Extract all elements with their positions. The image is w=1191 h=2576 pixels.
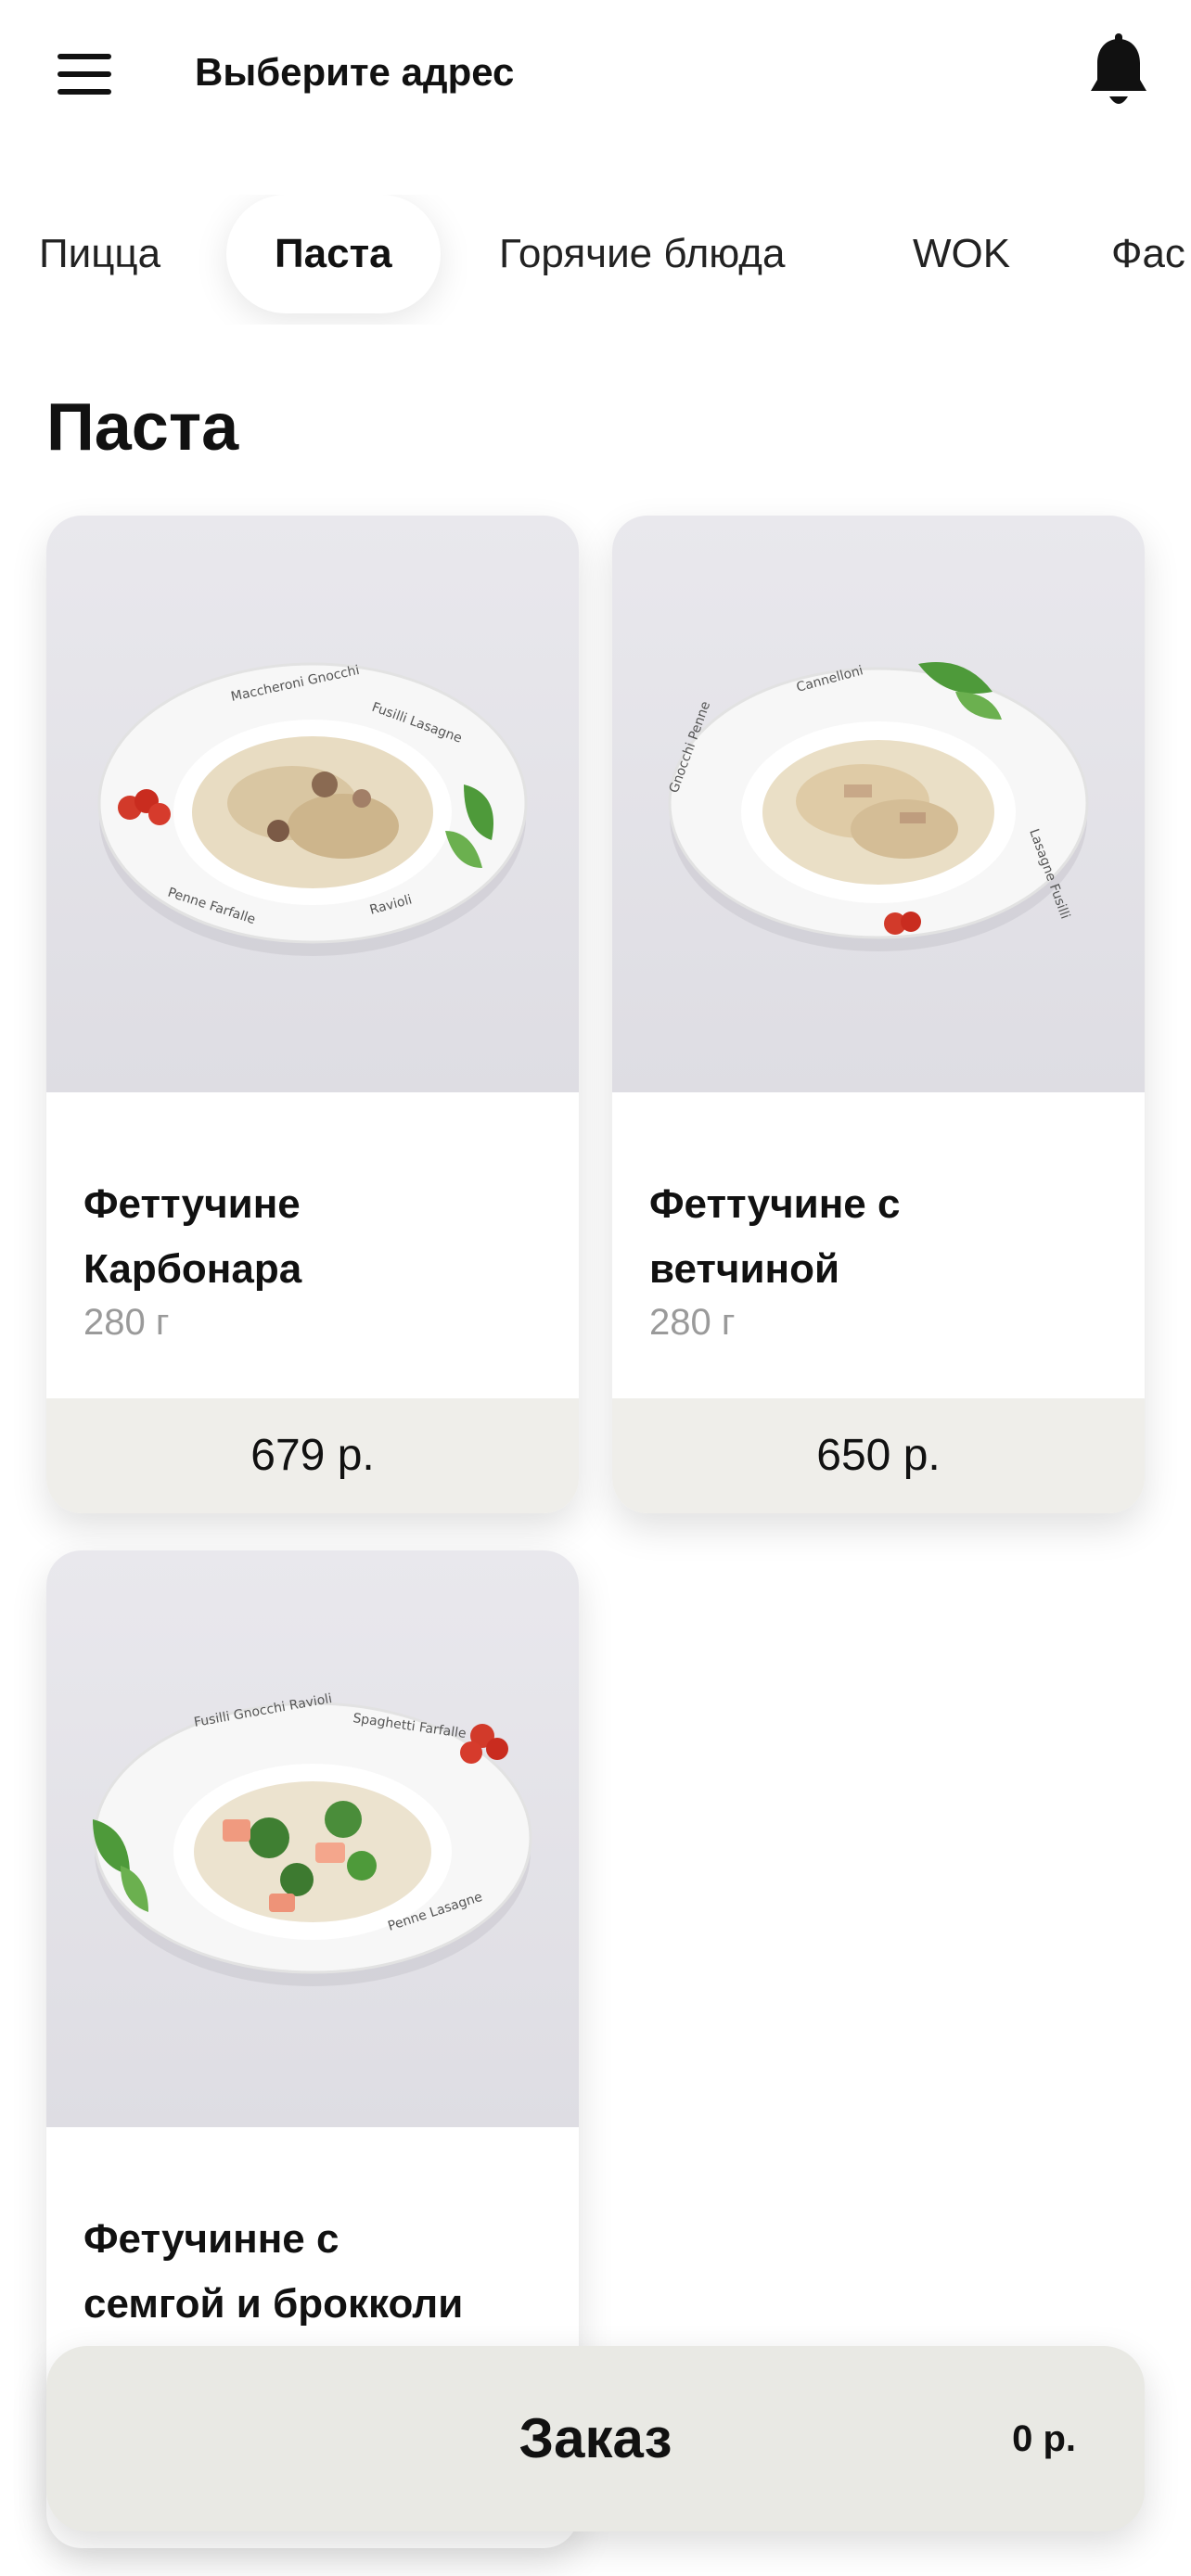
tab-fas[interactable]: Фас: [1111, 195, 1185, 313]
category-tabs: Пицца Паста Горячие блюда WOK Фас: [0, 195, 1191, 325]
product-photo: Fusilli Gnocchi Ravioli Spaghetti Farfal…: [46, 1550, 579, 2127]
order-label: Заказ: [519, 2407, 672, 2469]
price-button[interactable]: 679 р.: [46, 1398, 579, 1513]
pasta-plate-image: Gnocchi Penne Lasagne Fusilli Cannelloni: [667, 662, 1089, 951]
section-title: Паста: [46, 390, 239, 465]
tab-pizza[interactable]: Пицца: [39, 195, 160, 313]
product-photo: Maccheroni Gnocchi Fusilli Lasagne Penne…: [46, 516, 579, 1092]
product-name: Фетучинне с семгой и брокколи: [83, 2216, 464, 2327]
product-photo: Gnocchi Penne Lasagne Fusilli Cannelloni: [612, 516, 1145, 1092]
product-weight: 280 г: [83, 1302, 170, 1343]
app-header: Выберите адрес: [0, 0, 1191, 158]
product-card[interactable]: Gnocchi Penne Lasagne Fusilli Cannelloni…: [612, 516, 1145, 1513]
hamburger-menu-icon[interactable]: [58, 54, 111, 95]
tab-wok[interactable]: WOK: [913, 195, 1010, 313]
price-button[interactable]: 650 р.: [612, 1398, 1145, 1513]
product-weight: 280 г: [649, 1302, 736, 1343]
address-selector[interactable]: Выберите адрес: [195, 50, 514, 95]
product-card[interactable]: Maccheroni Gnocchi Fusilli Lasagne Penne…: [46, 516, 579, 1513]
pasta-plate-image: Maccheroni Gnocchi Fusilli Lasagne Penne…: [97, 662, 528, 956]
tab-hot-dishes[interactable]: Горячие блюда: [499, 195, 785, 313]
order-button[interactable]: Заказ 0 р.: [46, 2346, 1145, 2531]
product-name: Феттучине Карбонара: [83, 1181, 302, 1292]
bell-icon[interactable]: [1083, 33, 1154, 113]
order-total: 0 р.: [1012, 2418, 1076, 2459]
tab-pasta[interactable]: Паста: [226, 195, 441, 313]
pasta-plate-image: Fusilli Gnocchi Ravioli Spaghetti Farfal…: [93, 1691, 532, 1986]
product-name: Феттучине с ветчиной: [649, 1181, 901, 1292]
